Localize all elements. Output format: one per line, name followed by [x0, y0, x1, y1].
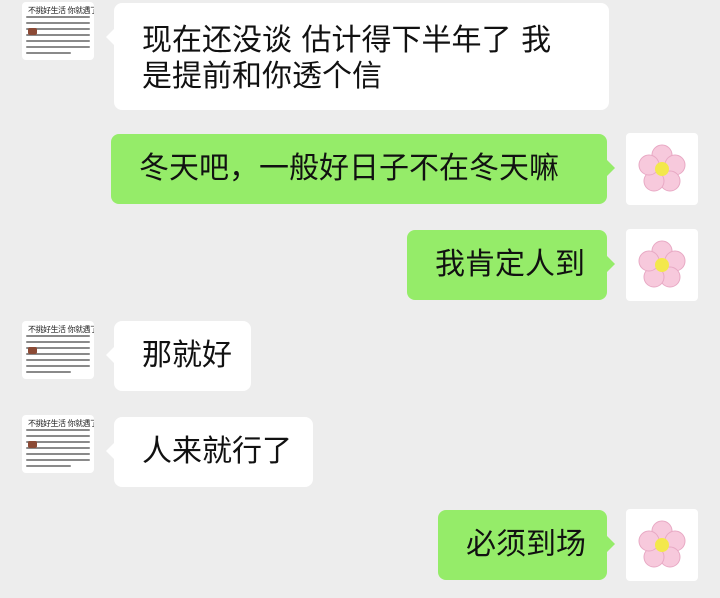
message-bubble[interactable]: 那就好	[106, 321, 251, 391]
pink-flower-icon	[638, 520, 686, 568]
contact-avatar[interactable]: 不挑好生活 你就遇了	[22, 2, 94, 60]
document-thumbnail-icon	[26, 16, 90, 58]
seal-icon	[28, 347, 37, 354]
message-bubble[interactable]: 现在还没谈 估计得下半年了 我是提前和你透个信	[106, 3, 609, 110]
contact-avatar[interactable]: 不挑好生活 你就遇了	[22, 321, 94, 379]
message-text: 必须到场	[466, 527, 586, 562]
message-bubble[interactable]: 人来就行了	[106, 417, 313, 487]
avatar-caption: 不挑好生活 你就遇了	[28, 325, 94, 334]
self-avatar[interactable]	[626, 133, 698, 205]
message-bubble[interactable]: 我肯定人到	[407, 230, 615, 300]
self-avatar[interactable]	[626, 509, 698, 581]
message-bubble[interactable]: 冬天吧，一般好日子不在冬天嘛	[111, 134, 615, 204]
contact-avatar[interactable]: 不挑好生活 你就遇了	[22, 415, 94, 473]
pink-flower-icon	[638, 144, 686, 192]
seal-icon	[28, 28, 37, 35]
avatar-caption: 不挑好生活 你就遇了	[28, 6, 94, 15]
message-text: 现在还没谈 估计得下半年了 我是提前和你透个信	[142, 23, 552, 94]
message-bubble[interactable]: 必须到场	[438, 510, 615, 580]
message-text: 冬天吧，一般好日子不在冬天嘛	[139, 151, 559, 186]
message-text: 人来就行了	[142, 434, 292, 469]
message-text: 我肯定人到	[435, 247, 585, 282]
self-avatar[interactable]	[626, 229, 698, 301]
message-text: 那就好	[142, 338, 232, 373]
pink-flower-icon	[638, 240, 686, 288]
document-thumbnail-icon	[26, 429, 90, 471]
document-thumbnail-icon	[26, 335, 90, 377]
avatar-caption: 不挑好生活 你就遇了	[28, 419, 94, 428]
seal-icon	[28, 441, 37, 448]
